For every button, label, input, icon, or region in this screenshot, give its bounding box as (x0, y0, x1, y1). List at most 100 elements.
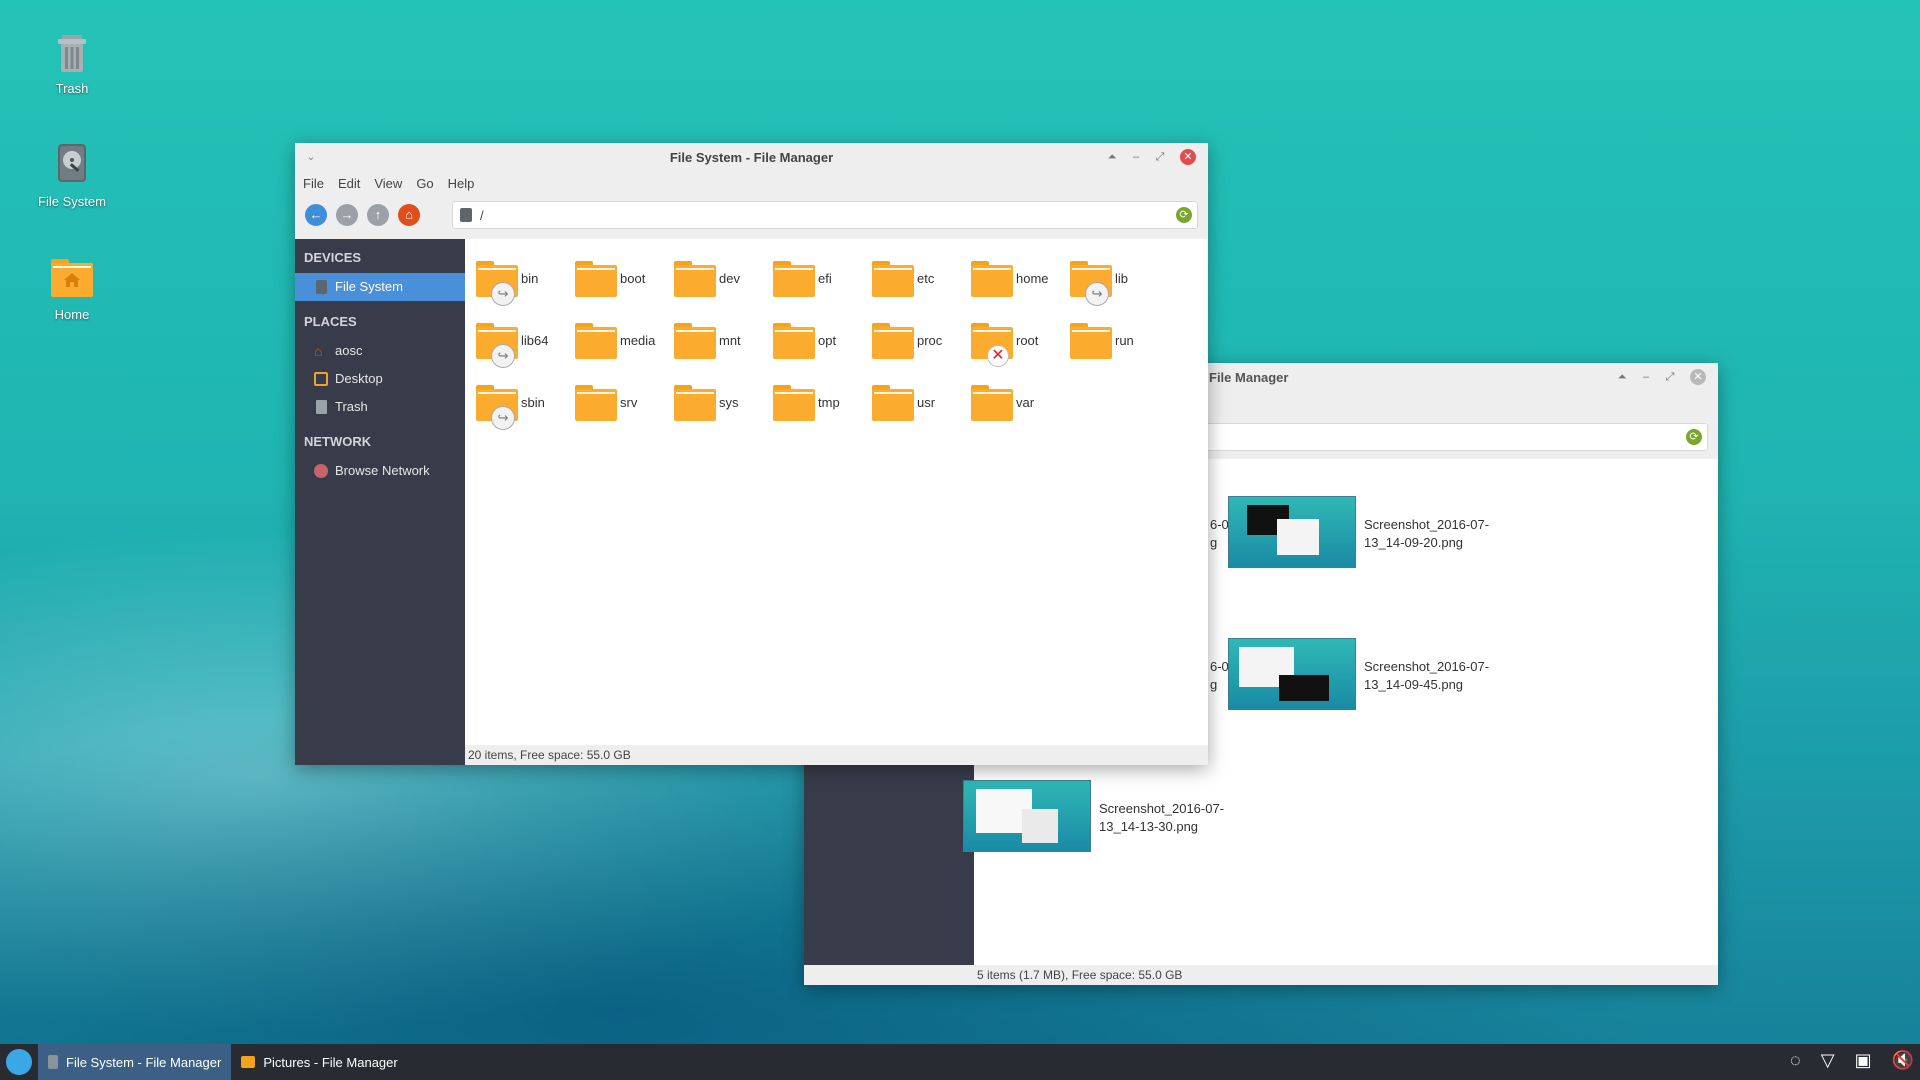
symlink-badge-icon: ↪ (491, 282, 515, 306)
folder-icon (773, 385, 815, 421)
folder-item[interactable]: efi (770, 249, 869, 311)
drive-icon (48, 1055, 58, 1069)
file-name-partial: g (1210, 535, 1218, 550)
thumbnail[interactable] (1228, 638, 1356, 710)
folder-item[interactable]: opt (770, 311, 869, 373)
thumbnail[interactable] (963, 780, 1091, 852)
folder-item[interactable]: ↪ bin (473, 249, 572, 311)
folder-icon (773, 261, 815, 297)
minimize-button[interactable]: – (1638, 369, 1654, 385)
file-name-partial: g (1210, 677, 1218, 692)
sidebar-item-file-system[interactable]: File System (295, 273, 465, 301)
folder-name: lib (1115, 271, 1129, 286)
sidebar-item-browse-network[interactable]: Browse Network (295, 457, 465, 485)
folder-item[interactable]: boot (572, 249, 671, 311)
folder-icon (971, 261, 1013, 297)
desktop-icon-trash[interactable]: Trash (17, 27, 127, 96)
folder-item[interactable]: ✕ root (968, 311, 1067, 373)
trash-icon (316, 400, 327, 414)
sidebar-item-label: aosc (335, 343, 363, 358)
clipboard-icon[interactable]: ▣ (1855, 1050, 1872, 1071)
folder-item[interactable]: srv (572, 373, 671, 435)
sidebar-item-label: Trash (335, 399, 368, 414)
status-bar: 5 items (1.7 MB), Free space: 55.0 GB (974, 965, 1718, 985)
folder-item[interactable]: dev (671, 249, 770, 311)
maximize-button[interactable]: ⤢ (1152, 149, 1168, 165)
folder-name: var (1016, 395, 1035, 410)
folder-name: mnt (719, 333, 741, 348)
folder-item[interactable]: ↪ lib64 (473, 311, 572, 373)
folder-name: dev (719, 271, 740, 286)
menu-view[interactable]: View (374, 176, 402, 191)
file-view[interactable]: ↪ bin boot dev efi etc home ↪ lib ↪ lib64 media mnt o… (465, 239, 1208, 745)
trash-icon (48, 27, 96, 75)
close-button[interactable]: ✕ (1690, 369, 1706, 385)
desktop-icon-home[interactable]: Home (17, 253, 127, 322)
folder-name: lib64 (521, 333, 549, 348)
file-name[interactable]: Screenshot_2016-07- 13_14-09-20.png (1364, 516, 1489, 552)
minimize-button[interactable]: – (1128, 149, 1144, 165)
folder-item[interactable]: ↪ sbin (473, 373, 572, 435)
home-folder-icon (48, 253, 96, 301)
folder-icon (674, 261, 716, 297)
folder-item[interactable]: usr (869, 373, 968, 435)
folder-item[interactable]: var (968, 373, 1067, 435)
menu-help[interactable]: Help (448, 176, 475, 191)
file-name[interactable]: Screenshot_2016-07- 13_14-09-45.png (1364, 658, 1489, 694)
clock-icon[interactable]: ◌ (1790, 1050, 1801, 1071)
wifi-icon[interactable]: ▽ (1821, 1050, 1835, 1071)
folder-item[interactable]: sys (671, 373, 770, 435)
folder-item[interactable]: proc (869, 311, 968, 373)
system-tray: ◌ ▽ ▣ 🔇 (1790, 1050, 1914, 1071)
desktop-icon (314, 372, 328, 386)
network-icon (314, 464, 328, 478)
thumbnail[interactable] (1228, 496, 1356, 568)
menu-edit[interactable]: Edit (338, 176, 360, 191)
task-label: File System - File Manager (66, 1054, 222, 1070)
folder-name: home (1016, 271, 1049, 286)
sidebar-heading-places: PLACES (304, 314, 357, 329)
menu-file[interactable]: File (303, 176, 324, 191)
menu-go[interactable]: Go (416, 176, 433, 191)
folder-item[interactable]: media (572, 311, 671, 373)
sidebar-item-trash[interactable]: Trash (295, 393, 465, 421)
shade-button[interactable]: ⏶ (1614, 369, 1630, 385)
reload-icon[interactable]: ⟳ (1176, 207, 1192, 223)
file-name[interactable]: Screenshot_2016-07- 13_14-13-30.png (1099, 800, 1224, 836)
status-bar: 20 items, Free space: 55.0 GB (465, 745, 1208, 765)
folder-item[interactable]: tmp (770, 373, 869, 435)
folder-name: efi (818, 271, 832, 286)
close-button[interactable]: ✕ (1180, 149, 1196, 165)
file-name-line: 13_14-09-20.png (1364, 535, 1464, 550)
folder-name: root (1016, 333, 1039, 348)
sidebar-heading-devices: DEVICES (304, 250, 362, 265)
start-menu-button[interactable] (0, 1044, 38, 1080)
folder-item[interactable]: ↪ lib (1067, 249, 1166, 311)
sidebar-item-aosc[interactable]: ⌂ aosc (295, 337, 465, 365)
folder-name: media (620, 333, 656, 348)
folder-item[interactable]: mnt (671, 311, 770, 373)
path-bar[interactable]: / ⟳ (452, 201, 1198, 229)
folder-item[interactable]: etc (869, 249, 968, 311)
app-launcher-icon (6, 1049, 32, 1075)
reload-icon[interactable]: ⟳ (1686, 429, 1702, 445)
sidebar-item-desktop[interactable]: Desktop (295, 365, 465, 393)
task-pictures[interactable]: Pictures - File Manager (231, 1044, 407, 1080)
up-button[interactable]: ↑ (367, 204, 389, 226)
file-system-window: ⌄ File System - File Manager ⏶ – ⤢ ✕ Fil… (295, 143, 1208, 765)
back-button[interactable]: ← (305, 204, 327, 226)
drive-icon (316, 280, 327, 294)
titlebar[interactable]: ⌄ File System - File Manager ⏶ – ⤢ ✕ (295, 143, 1208, 171)
folder-item[interactable]: run (1067, 311, 1166, 373)
folder-item[interactable]: home (968, 249, 1067, 311)
no-access-badge-icon: ✕ (987, 345, 1009, 367)
shade-button[interactable]: ⏶ (1104, 149, 1120, 165)
desktop-icon-file-system[interactable]: File System (17, 140, 127, 209)
volume-muted-icon[interactable]: 🔇 (1892, 1050, 1914, 1071)
folder-icon (773, 323, 815, 359)
maximize-button[interactable]: ⤢ (1662, 369, 1678, 385)
forward-button[interactable]: → (336, 204, 358, 226)
file-name-line: 13_14-13-30.png (1099, 819, 1199, 834)
task-file-system[interactable]: File System - File Manager (38, 1044, 232, 1080)
home-button[interactable]: ⌂ (398, 204, 420, 226)
